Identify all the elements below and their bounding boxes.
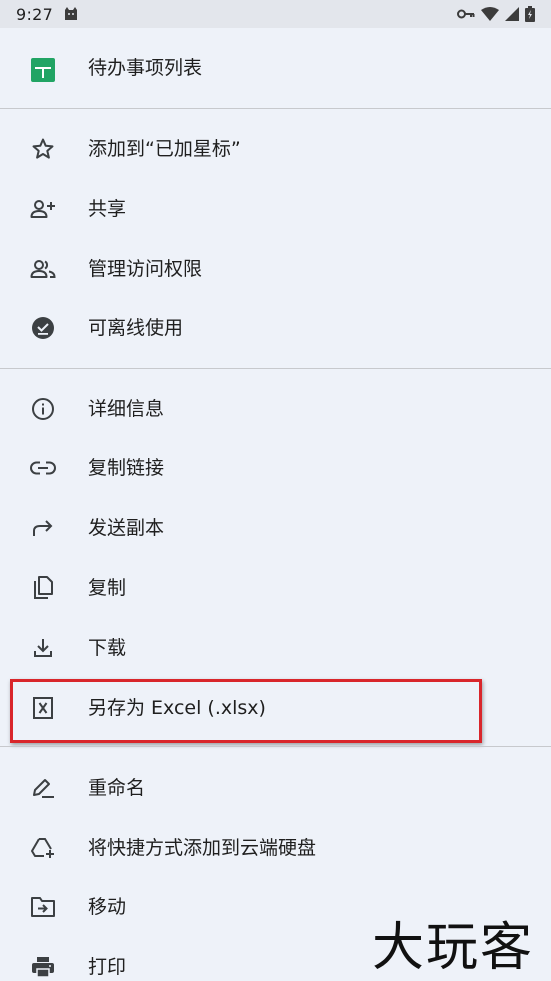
menu-label-star: 添加到“已加星标” xyxy=(88,138,241,160)
divider xyxy=(0,108,551,109)
menu-item-rename[interactable]: 重命名 xyxy=(0,758,551,818)
drive-shortcut-icon xyxy=(30,835,56,861)
menu-item-duplicate[interactable]: 复制 xyxy=(0,558,551,618)
copy-icon xyxy=(30,575,56,601)
menu-item-save-as-excel[interactable]: 另存为 Excel (.xlsx) xyxy=(0,678,551,738)
status-bar: 9:27 xyxy=(0,0,551,28)
link-icon xyxy=(30,455,56,481)
menu-item-add-shortcut[interactable]: 将快捷方式添加到云端硬盘 xyxy=(0,818,551,878)
menu-label-offline: 可离线使用 xyxy=(88,317,184,339)
excel-x-icon xyxy=(30,695,56,721)
printer-icon xyxy=(30,954,56,980)
menu-item-send-copy[interactable]: 发送副本 xyxy=(0,498,551,558)
menu-item-share[interactable]: 共享 xyxy=(0,179,551,239)
signal-icon xyxy=(505,7,519,21)
pencil-icon xyxy=(30,775,56,801)
battery-icon xyxy=(525,6,535,22)
star-outline-icon xyxy=(30,136,56,162)
cat-icon xyxy=(63,6,79,22)
menu-label-send-copy: 发送副本 xyxy=(88,517,165,539)
menu-label-share: 共享 xyxy=(88,198,127,220)
menu-item-manage-access[interactable]: 管理访问权限 xyxy=(0,239,551,299)
menu-label-manage: 管理访问权限 xyxy=(88,258,203,280)
people-icon xyxy=(30,256,56,282)
offline-check-icon xyxy=(30,315,56,341)
menu-label-duplicate: 复制 xyxy=(88,577,127,599)
vpn-key-icon xyxy=(457,8,475,20)
menu-item-download[interactable]: 下载 xyxy=(0,618,551,678)
forward-arrow-icon xyxy=(30,515,56,541)
divider xyxy=(0,368,551,369)
menu-label-move: 移动 xyxy=(88,896,127,918)
status-time: 9:27 xyxy=(16,4,54,24)
menu-label-download: 下载 xyxy=(88,637,127,659)
menu-label-save-excel: 另存为 Excel (.xlsx) xyxy=(88,697,266,719)
menu-item-star[interactable]: 添加到“已加星标” xyxy=(0,119,551,179)
divider xyxy=(0,746,551,747)
person-add-icon xyxy=(30,196,56,222)
info-icon xyxy=(30,396,56,422)
watermark: 大玩客 xyxy=(372,918,535,978)
menu-item-details[interactable]: 详细信息 xyxy=(0,379,551,439)
menu-label-copy-link: 复制链接 xyxy=(88,457,165,479)
menu-label-rename: 重命名 xyxy=(88,777,146,799)
sheets-icon xyxy=(31,58,55,82)
menu-label-details: 详细信息 xyxy=(88,398,165,420)
download-icon xyxy=(30,635,56,661)
menu-item-copy-link[interactable]: 复制链接 xyxy=(0,438,551,498)
menu-label-add-shortcut: 将快捷方式添加到云端硬盘 xyxy=(88,837,317,859)
move-folder-icon xyxy=(30,894,56,920)
document-title: 待办事项列表 xyxy=(88,57,203,79)
menu-label-print: 打印 xyxy=(88,956,127,978)
wifi-icon xyxy=(481,7,499,21)
menu-item-offline[interactable]: 可离线使用 xyxy=(0,298,551,358)
document-header: 待办事项列表 xyxy=(0,28,551,108)
status-icons xyxy=(457,6,535,22)
